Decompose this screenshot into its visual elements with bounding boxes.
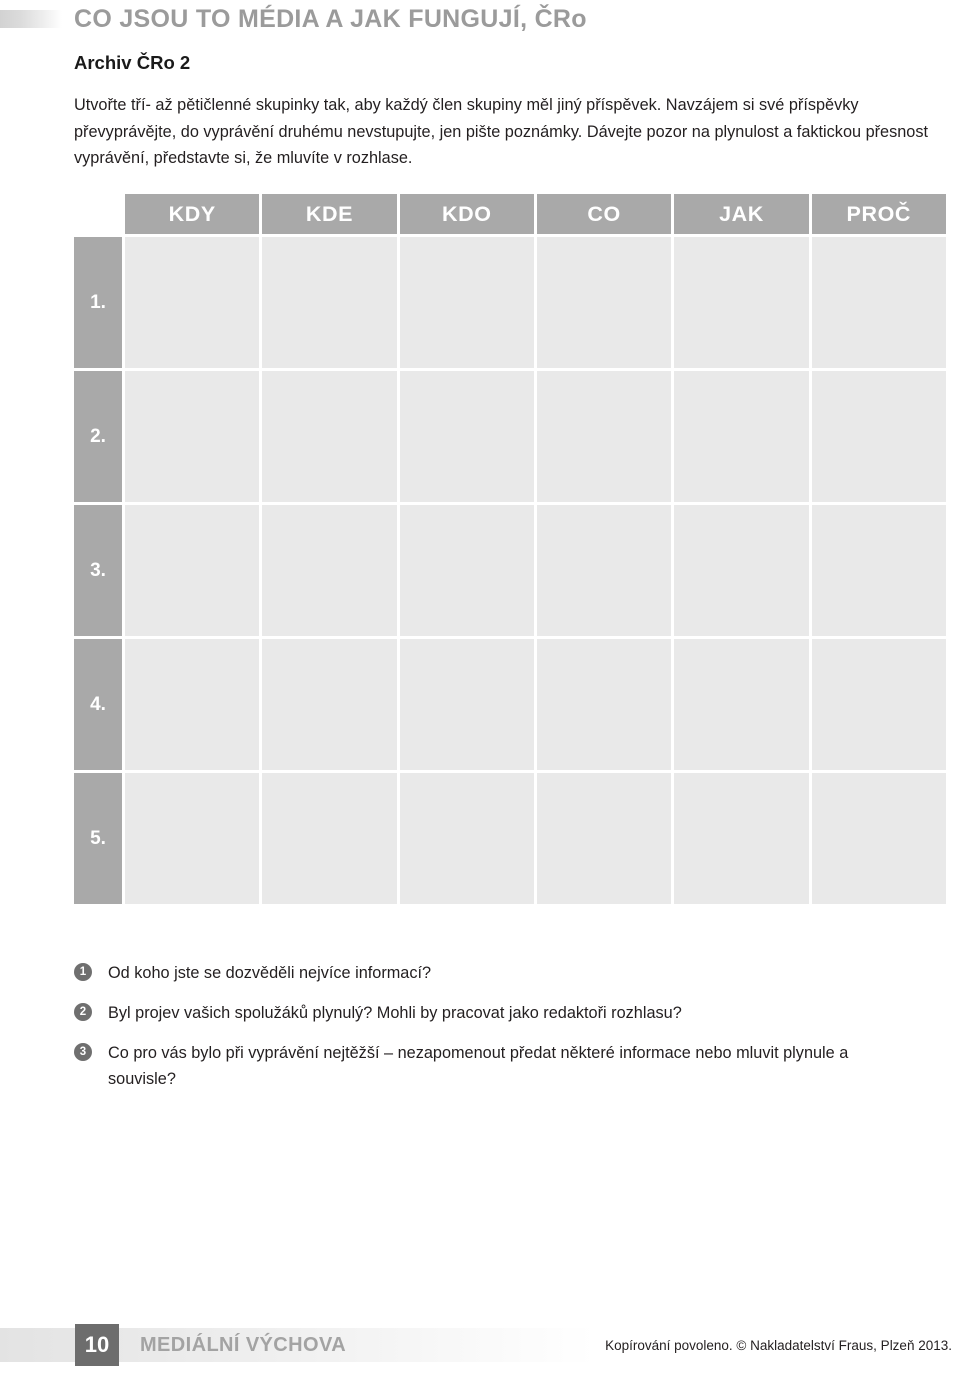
answer-cell[interactable] xyxy=(399,237,534,368)
answer-cell[interactable] xyxy=(399,505,534,636)
column-header-co: CO xyxy=(536,194,672,234)
page-title: CO JSOU TO MÉDIA A JAK FUNGUJÍ, ČRo xyxy=(74,5,587,33)
answer-cell[interactable] xyxy=(811,371,946,502)
answer-cell[interactable] xyxy=(262,505,397,636)
worksheet-table: KDY KDE KDO CO JAK PROČ 1. 2. 3. 4. 5. xyxy=(74,194,946,904)
answer-cell[interactable] xyxy=(674,505,809,636)
answer-cell[interactable] xyxy=(262,773,397,904)
section-subtitle: Archiv ČRo 2 xyxy=(74,52,191,73)
answer-cell[interactable] xyxy=(811,505,946,636)
answer-cell[interactable] xyxy=(125,237,260,368)
column-header-kde: KDE xyxy=(262,194,397,234)
table-header-row: KDY KDE KDO CO JAK PROČ xyxy=(74,194,946,234)
table-row: 4. xyxy=(74,639,946,770)
answer-cell[interactable] xyxy=(674,371,809,502)
answer-cell[interactable] xyxy=(536,505,672,636)
table-row: 1. xyxy=(74,237,946,368)
question-number-badge-3: 3 xyxy=(74,1043,92,1061)
answer-cell[interactable] xyxy=(811,639,946,770)
row-label-1: 1. xyxy=(74,237,122,368)
answer-cell[interactable] xyxy=(811,773,946,904)
answer-cell[interactable] xyxy=(399,639,534,770)
column-header-jak: JAK xyxy=(674,194,809,234)
question-text-3: Co pro vás bylo při vyprávění nejtěžší –… xyxy=(108,1044,849,1088)
header-accent-bar xyxy=(0,10,62,28)
answer-cell[interactable] xyxy=(536,371,672,502)
instructions-paragraph: Utvořte tří- až pětičlenné skupinky tak,… xyxy=(74,96,929,167)
answer-cell[interactable] xyxy=(262,237,397,368)
row-label-4: 4. xyxy=(74,639,122,770)
question-text-2: Byl projev vašich spolužáků plynulý? Moh… xyxy=(108,1004,682,1022)
page-number: 10 xyxy=(75,1324,119,1366)
answer-cell[interactable] xyxy=(674,237,809,368)
column-header-kdy: KDY xyxy=(125,194,260,234)
answer-cell[interactable] xyxy=(536,639,672,770)
answer-cell[interactable] xyxy=(811,237,946,368)
question-number-badge-1: 1 xyxy=(74,963,92,981)
answer-cell[interactable] xyxy=(399,773,534,904)
answer-cell[interactable] xyxy=(399,371,534,502)
row-label-2: 2. xyxy=(74,371,122,502)
answer-cell[interactable] xyxy=(125,505,260,636)
row-label-3: 3. xyxy=(74,505,122,636)
question-text-1: Od koho jste se dozvěděli nejvíce inform… xyxy=(108,964,432,982)
page-header: CO JSOU TO MÉDIA A JAK FUNGUJÍ, ČRo xyxy=(0,0,960,44)
answer-cell[interactable] xyxy=(536,237,672,368)
list-item: 2 Byl projev vašich spolužáků plynulý? M… xyxy=(74,1000,954,1026)
answer-cell[interactable] xyxy=(674,639,809,770)
answer-cell[interactable] xyxy=(674,773,809,904)
footer-copyright: Kopírování povoleno. © Nakladatelství Fr… xyxy=(605,1337,952,1353)
questions-list: 1 Od koho jste se dozvěděli nejvíce info… xyxy=(74,960,954,1106)
answer-cell[interactable] xyxy=(262,371,397,502)
table-row: 3. xyxy=(74,505,946,636)
list-item: 1 Od koho jste se dozvěděli nejvíce info… xyxy=(74,960,954,986)
column-header-kdo: KDO xyxy=(399,194,534,234)
table-row: 2. xyxy=(74,371,946,502)
column-header-proc: PROČ xyxy=(811,194,946,234)
answer-cell[interactable] xyxy=(125,639,260,770)
list-item: 3 Co pro vás bylo při vyprávění nejtěžší… xyxy=(74,1040,954,1092)
question-number-badge-2: 2 xyxy=(74,1003,92,1021)
row-label-5: 5. xyxy=(74,773,122,904)
table-row: 5. xyxy=(74,773,946,904)
answer-cell[interactable] xyxy=(536,773,672,904)
page-footer: 10 MEDIÁLNÍ VÝCHOVA Kopírování povoleno.… xyxy=(0,1324,960,1366)
answer-cell[interactable] xyxy=(125,773,260,904)
answer-cell[interactable] xyxy=(125,371,260,502)
answer-cell[interactable] xyxy=(262,639,397,770)
table-corner-cell xyxy=(74,194,122,234)
footer-section-title: MEDIÁLNÍ VÝCHOVA xyxy=(140,1333,347,1356)
